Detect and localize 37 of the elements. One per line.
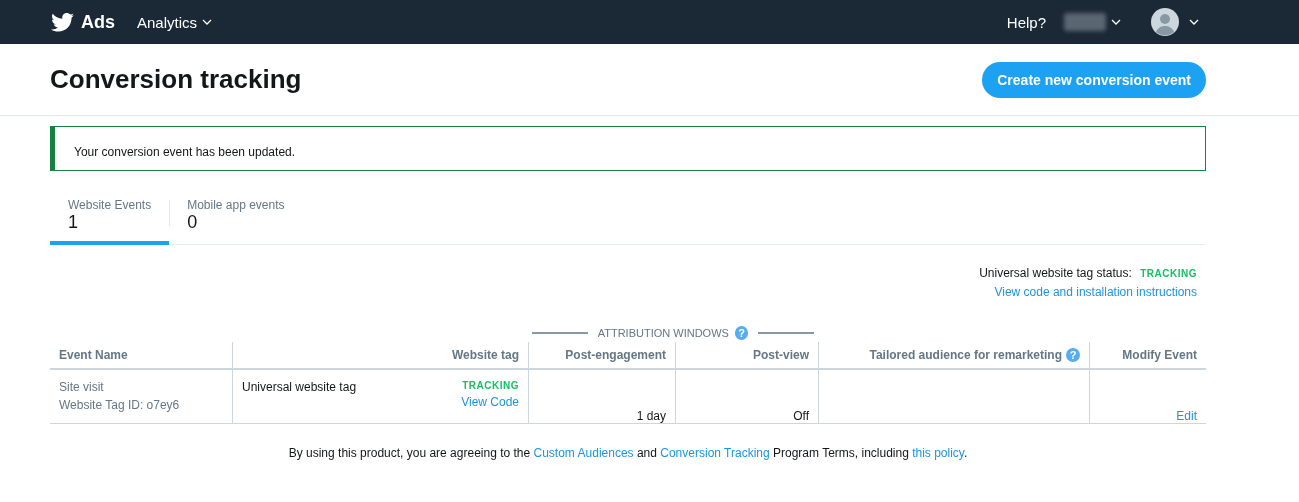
column-header: Modify Event <box>1122 348 1197 362</box>
tab[interactable]: Website Events 1 <box>50 185 170 245</box>
page-title: Conversion tracking <box>50 64 302 95</box>
brand-name: Ads <box>81 11 115 33</box>
table-cell-text: Universal website tag <box>242 380 357 396</box>
column-header: Website tag <box>451 348 519 362</box>
alert-message: Your conversion event has been updated. <box>74 145 296 159</box>
installation-instructions-link[interactable]: View code and installation instructions <box>994 285 1197 299</box>
tab[interactable]: Mobile app events 0 <box>169 185 303 245</box>
view-code-link[interactable]: View Code <box>461 395 519 409</box>
terms-link[interactable]: this policy <box>912 446 964 460</box>
chevron-down-icon[interactable] <box>1111 19 1121 25</box>
avatar-icon[interactable] <box>1151 8 1179 36</box>
column-header: Post-engagement <box>565 348 666 362</box>
tracking-status: TRACKING <box>1140 268 1197 279</box>
table-cell: Off <box>793 409 809 423</box>
create-event-button[interactable]: Create new conversion event <box>982 61 1206 98</box>
tag-id: Website Tag ID: o7ey6 <box>59 398 181 412</box>
chevron-down-icon[interactable] <box>1189 19 1199 25</box>
help-icon[interactable]: ? <box>734 326 749 340</box>
terms-link[interactable]: Custom Audiences <box>533 446 634 460</box>
table-cell: 1 day <box>636 409 666 423</box>
bird-logo-icon[interactable] <box>51 12 74 32</box>
tracking-status: TRACKING <box>462 380 519 391</box>
analytics-menu[interactable]: Analytics <box>137 13 213 31</box>
event-name: Site visit <box>59 380 105 394</box>
attribution-windows-label: ATTRIBUTION WINDOWS <box>597 327 729 339</box>
terms-notice: By using this product, you are agreeing to the Custom Audiences and Conversion Tracking Program Terms, including this policy. <box>287 446 969 460</box>
column-header: Event Name <box>59 348 128 362</box>
chevron-down-icon <box>202 19 213 25</box>
tag-status-label: Universal website tag status: <box>979 266 1132 280</box>
help-icon[interactable]: ? <box>1066 348 1080 362</box>
terms-link[interactable]: Conversion Tracking <box>660 446 770 460</box>
edit-link[interactable]: Edit <box>1176 409 1197 423</box>
help-link[interactable]: Help? <box>1006 13 1046 31</box>
column-header: Tailored audience for remarketing <box>869 348 1062 362</box>
column-header: Post-view <box>753 348 809 362</box>
